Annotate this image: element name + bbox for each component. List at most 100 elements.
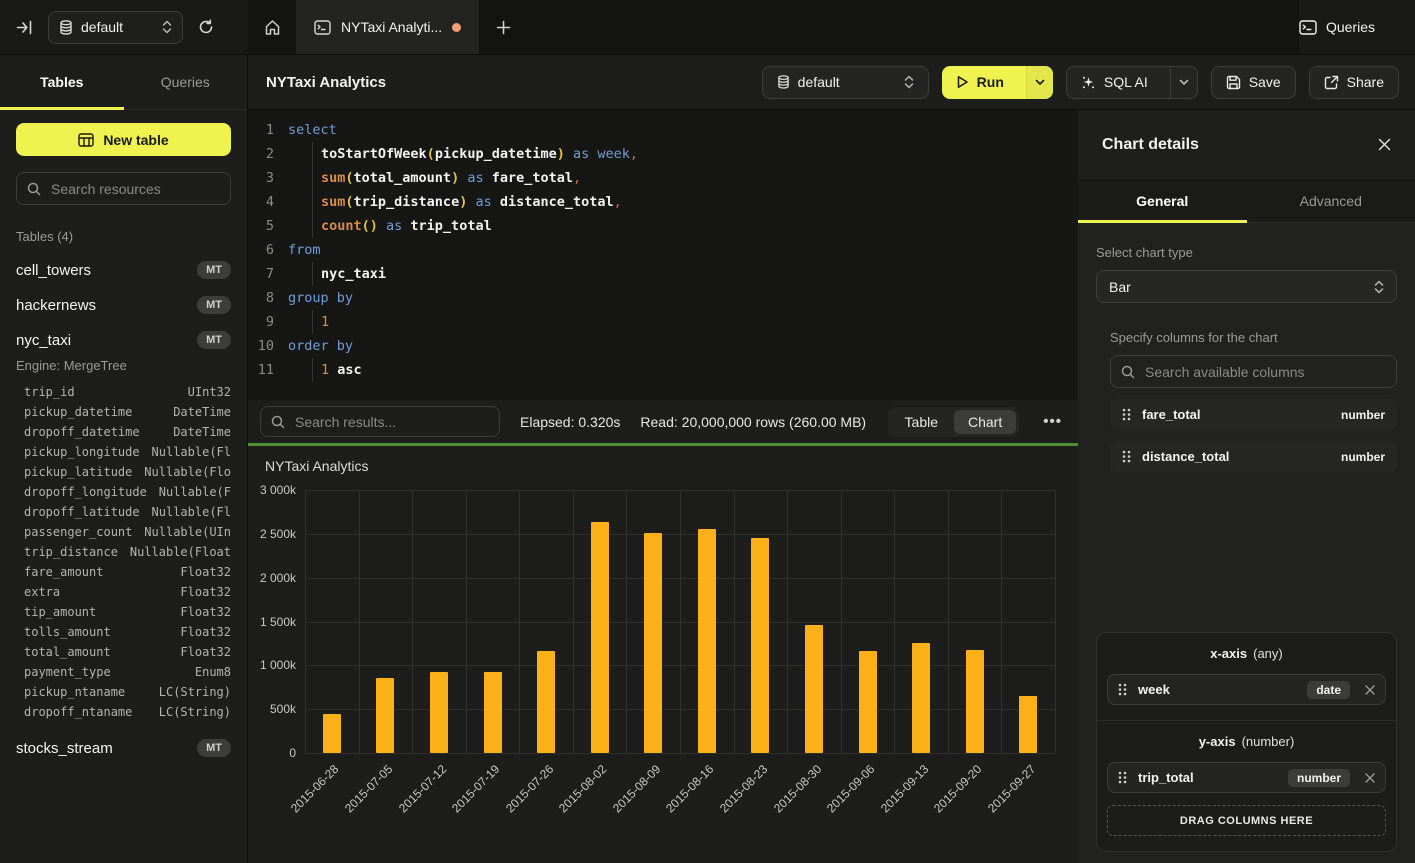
column-name: pickup_latitude: [24, 462, 132, 482]
panel-tabs: GeneralAdvanced: [1078, 179, 1415, 223]
grid-line: [626, 490, 627, 753]
editor-line[interactable]: 6from: [248, 238, 1078, 262]
search-icon: [27, 182, 41, 196]
column-name: dropoff_ntaname: [24, 702, 132, 722]
collapse-sidebar-icon[interactable]: [16, 19, 33, 36]
grid-line: [305, 753, 1055, 754]
tab-general[interactable]: General: [1078, 179, 1247, 222]
axis-chip[interactable]: trip_totalnumber: [1107, 762, 1386, 793]
drag-handle-icon[interactable]: [1122, 408, 1131, 421]
grid-line: [305, 490, 306, 753]
tab-advanced[interactable]: Advanced: [1247, 179, 1415, 222]
editor-line[interactable]: 111 asc: [248, 358, 1078, 382]
axis-chip[interactable]: weekdate: [1107, 674, 1386, 705]
line-number: 2: [248, 142, 274, 166]
queries-button[interactable]: Queries: [1299, 0, 1415, 54]
drag-handle-icon[interactable]: [1118, 771, 1127, 784]
table-row[interactable]: stocks_streamMT: [16, 739, 231, 757]
database-selector-toolbar[interactable]: default: [762, 66, 929, 99]
resource-search-input[interactable]: [49, 180, 220, 198]
y-tick-label: 3 000k: [260, 483, 296, 497]
sql-ai-options-button[interactable]: [1170, 67, 1197, 98]
editor-line[interactable]: 5count() as trip_total: [248, 214, 1078, 238]
remove-column-icon[interactable]: [1365, 685, 1375, 695]
save-icon: [1226, 75, 1241, 90]
column-name: trip_distance: [24, 542, 118, 562]
database-icon: [59, 20, 73, 35]
x-axis-hint: (any): [1253, 646, 1283, 661]
tab-title: NYTaxi Analyti...: [341, 19, 442, 35]
run-button[interactable]: Run: [942, 66, 1053, 99]
column-chip[interactable]: fare_totalnumber: [1110, 399, 1397, 430]
x-tick-label: 2015-08-23: [717, 762, 770, 815]
x-tick-label: 2015-08-16: [663, 762, 716, 815]
run-options-button[interactable]: [1026, 66, 1053, 99]
grid-line: [680, 490, 681, 753]
tab-nytaxi-analytics[interactable]: NYTaxi Analyti...: [296, 0, 479, 54]
grid-line: [412, 490, 413, 753]
editor-line[interactable]: 7nyc_taxi: [248, 262, 1078, 286]
table-row[interactable]: cell_towersMT: [16, 261, 231, 279]
grid-line: [841, 490, 842, 753]
results-search[interactable]: [260, 406, 500, 437]
column-chip-name: distance_total: [1142, 449, 1229, 464]
columns-search-input[interactable]: [1143, 363, 1386, 381]
x-tick-label: 2015-07-05: [342, 762, 395, 815]
sql-editor[interactable]: 1select2toStartOfWeek(pickup_datetime) a…: [248, 110, 1078, 400]
axis-chip-name: week: [1138, 682, 1170, 697]
share-button[interactable]: Share: [1309, 66, 1399, 99]
chevron-updown-icon: [1374, 280, 1384, 294]
new-tab-button[interactable]: [479, 0, 527, 54]
editor-line[interactable]: 1select: [248, 118, 1078, 142]
bar: [751, 538, 769, 753]
bar: [537, 651, 555, 753]
column-row: trip_idUInt32: [24, 382, 231, 402]
column-row: tolls_amountFloat32: [24, 622, 231, 642]
view-toggle-chart[interactable]: Chart: [954, 410, 1016, 434]
sql-ai-button[interactable]: SQL AI: [1066, 66, 1198, 99]
column-type: UInt32: [188, 382, 231, 402]
drop-zone[interactable]: DRAG COLUMNS HERE: [1107, 805, 1386, 836]
table-row[interactable]: hackernewsMT: [16, 296, 231, 314]
bar: [591, 522, 609, 753]
results-menu-icon[interactable]: •••: [1039, 413, 1066, 430]
home-button[interactable]: [248, 0, 296, 54]
x-tick-label: 2015-09-06: [824, 762, 877, 815]
sidebar-tab-tables[interactable]: Tables: [0, 55, 124, 109]
drag-handle-icon[interactable]: [1122, 450, 1131, 463]
editor-line[interactable]: 3sum(total_amount) as fare_total,: [248, 166, 1078, 190]
drag-handle-icon[interactable]: [1118, 683, 1127, 696]
sidebar-body: New table Tables (4) cell_towersMThacker…: [0, 110, 247, 757]
view-toggle-table[interactable]: Table: [891, 410, 952, 434]
code-text: from: [288, 238, 321, 262]
editor-line[interactable]: 10order by: [248, 334, 1078, 358]
column-chip[interactable]: distance_totalnumber: [1110, 441, 1397, 472]
column-row: pickup_latitudeNullable(Flo: [24, 462, 231, 482]
column-type: LC(String): [159, 702, 231, 722]
resource-search[interactable]: [16, 172, 231, 205]
table-row[interactable]: nyc_taxiMT: [16, 331, 231, 349]
new-table-button[interactable]: New table: [16, 123, 231, 156]
close-icon[interactable]: [1378, 138, 1391, 151]
chart-type-select[interactable]: Bar: [1096, 270, 1397, 303]
editor-line[interactable]: 91: [248, 310, 1078, 334]
grid-line: [787, 490, 788, 753]
columns-search[interactable]: [1110, 355, 1397, 388]
read-stat: Read: 20,000,000 rows (260.00 MB): [640, 414, 866, 430]
editor-line[interactable]: 4sum(trip_distance) as distance_total,: [248, 190, 1078, 214]
editor-line[interactable]: 8group by: [248, 286, 1078, 310]
sidebar-tab-queries[interactable]: Queries: [124, 55, 248, 109]
chevron-updown-icon: [162, 20, 172, 34]
results-search-input[interactable]: [293, 413, 489, 431]
database-selector[interactable]: default: [48, 11, 183, 44]
refresh-icon[interactable]: [198, 19, 214, 35]
column-row: dropoff_ntaname LC(String): [24, 702, 231, 722]
save-button[interactable]: Save: [1211, 66, 1296, 99]
x-tick-label: 2015-07-19: [449, 762, 502, 815]
chart-type-value: Bar: [1109, 279, 1131, 295]
engine-badge: MT: [197, 739, 231, 757]
remove-column-icon[interactable]: [1365, 773, 1375, 783]
code-text: count() as trip_total: [288, 214, 492, 238]
axis-chip-type-badge: number: [1288, 769, 1350, 787]
editor-line[interactable]: 2toStartOfWeek(pickup_datetime) as week,: [248, 142, 1078, 166]
